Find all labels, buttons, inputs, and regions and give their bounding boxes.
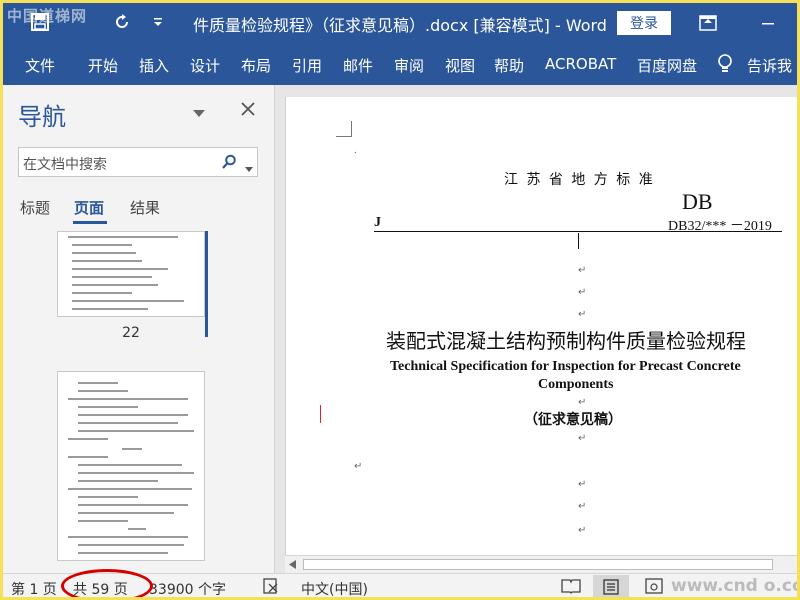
- tab-view[interactable]: 视图: [445, 55, 475, 76]
- document-title-en: Technical Specification for Inspection f…: [390, 359, 741, 374]
- active-tab-indicator: [73, 221, 107, 224]
- ribbon-tabs: 文件 开始 插入 设计 布局 引用 邮件 审阅 视图 帮助 ACROBAT 百度…: [3, 43, 797, 85]
- watermark-site: www.cnd o.com: [671, 576, 797, 596]
- paragraph-mark: ↵: [578, 433, 587, 444]
- tab-review[interactable]: 审阅: [394, 55, 424, 76]
- scroll-left-icon[interactable]: [289, 560, 297, 569]
- highlight-annotation: [61, 569, 153, 597]
- lightbulb-icon[interactable]: [716, 53, 734, 79]
- page-thumbnail-23[interactable]: [57, 371, 205, 561]
- print-layout-button[interactable]: [593, 575, 629, 597]
- thumbnail-scroll-indicator[interactable]: [205, 231, 208, 337]
- title-bar: 中国道梯网 件质量检验规程》（征求意见稿）.docx [兼容模式] - Word…: [3, 3, 797, 43]
- thumbnail-page-number: 22: [122, 325, 140, 341]
- paragraph-mark: ↵: [354, 461, 363, 472]
- tab-file[interactable]: 文件: [25, 55, 55, 76]
- tab-insert[interactable]: 插入: [139, 55, 169, 76]
- document-title: 件质量检验规程》（征求意见稿）.docx [兼容模式] - Word: [193, 16, 607, 35]
- horizontal-scrollbar[interactable]: [285, 555, 797, 573]
- paragraph-mark: ⸱: [354, 148, 357, 159]
- page-thumbnail-22[interactable]: [57, 231, 205, 317]
- paragraph-mark: ↵: [578, 501, 587, 512]
- document-area: ⸱ 江 苏 省 地 方 标 准 DB J DB32/*** －2019 ↵ ↵ …: [277, 85, 797, 573]
- proofing-icon[interactable]: [263, 578, 281, 597]
- nav-tab-results[interactable]: 结果: [130, 197, 160, 218]
- search-icon[interactable]: [221, 154, 237, 174]
- paragraph-mark: ↵: [578, 287, 587, 298]
- page-indicator[interactable]: 第 1 页: [11, 579, 57, 597]
- tab-home[interactable]: 开始: [88, 55, 118, 76]
- tab-layout[interactable]: 布局: [241, 55, 271, 76]
- word-window: 中国道梯网 件质量检验规程》（征求意见稿）.docx [兼容模式] - Word…: [0, 0, 800, 600]
- customize-toolbar-icon[interactable]: [147, 11, 169, 33]
- workspace: 导航 在文档中搜索 标题 页面 结果 22 ⸱ 江 苏 省 地 方 标 准 DB…: [3, 85, 797, 573]
- minimize-icon[interactable]: [753, 9, 783, 37]
- nav-tab-pages[interactable]: 页面: [74, 197, 104, 218]
- login-button[interactable]: 登录: [617, 11, 671, 35]
- paragraph-mark: ↵: [578, 265, 587, 276]
- nav-options-dropdown-icon[interactable]: [193, 103, 205, 122]
- paragraph-mark: ↵: [578, 309, 587, 320]
- revision-bar: [320, 405, 321, 423]
- standard-number: DB32/*** －2019: [668, 219, 772, 234]
- crop-mark: [336, 121, 352, 137]
- redo-icon[interactable]: [111, 11, 133, 33]
- nav-pane-title: 导航: [18, 103, 66, 131]
- issuing-authority: 江 苏 省 地 方 标 准: [504, 172, 655, 188]
- tab-acrobat[interactable]: ACROBAT: [545, 55, 616, 73]
- document-page[interactable]: ⸱ 江 苏 省 地 方 标 准 DB J DB32/*** －2019 ↵ ↵ …: [285, 97, 797, 555]
- watermark-text: 中国道梯网: [7, 7, 88, 25]
- search-placeholder: 在文档中搜索: [23, 157, 107, 173]
- close-icon[interactable]: [241, 101, 255, 120]
- ribbon-display-icon[interactable]: [693, 9, 723, 37]
- word-count[interactable]: 33900 个字: [149, 579, 226, 597]
- chevron-down-icon[interactable]: [245, 158, 253, 177]
- nav-tab-headings[interactable]: 标题: [20, 197, 50, 218]
- read-mode-icon[interactable]: [561, 578, 581, 597]
- draft-label: （征求意见稿）: [524, 412, 622, 428]
- tab-baidu-netdisk[interactable]: 百度网盘: [637, 55, 697, 76]
- web-layout-icon[interactable]: [645, 578, 663, 597]
- tab-references[interactable]: 引用: [292, 55, 322, 76]
- tell-me-box[interactable]: 告诉我: [747, 55, 792, 76]
- scrollbar-thumb[interactable]: [303, 559, 773, 570]
- db-label: DB: [682, 189, 713, 214]
- tab-design[interactable]: 设计: [190, 55, 220, 76]
- document-title-en-line2: Components: [538, 377, 614, 392]
- print-layout-icon: [603, 579, 619, 595]
- header-rule: [374, 231, 782, 232]
- document-title-cn: 装配式混凝土结构预制构件质量检验规程: [386, 329, 746, 353]
- paragraph-mark: ↵: [578, 397, 587, 408]
- paragraph-mark: ↵: [578, 479, 587, 490]
- navigation-pane: 导航 在文档中搜索 标题 页面 结果 22: [3, 85, 275, 573]
- paragraph-mark: ↵: [578, 525, 587, 536]
- search-input[interactable]: 在文档中搜索: [18, 147, 258, 177]
- text-cursor: [578, 233, 579, 249]
- tab-mailings[interactable]: 邮件: [343, 55, 373, 76]
- j-label: J: [374, 215, 381, 230]
- language-indicator[interactable]: 中文(中国): [301, 579, 368, 597]
- tab-help[interactable]: 帮助: [494, 55, 524, 76]
